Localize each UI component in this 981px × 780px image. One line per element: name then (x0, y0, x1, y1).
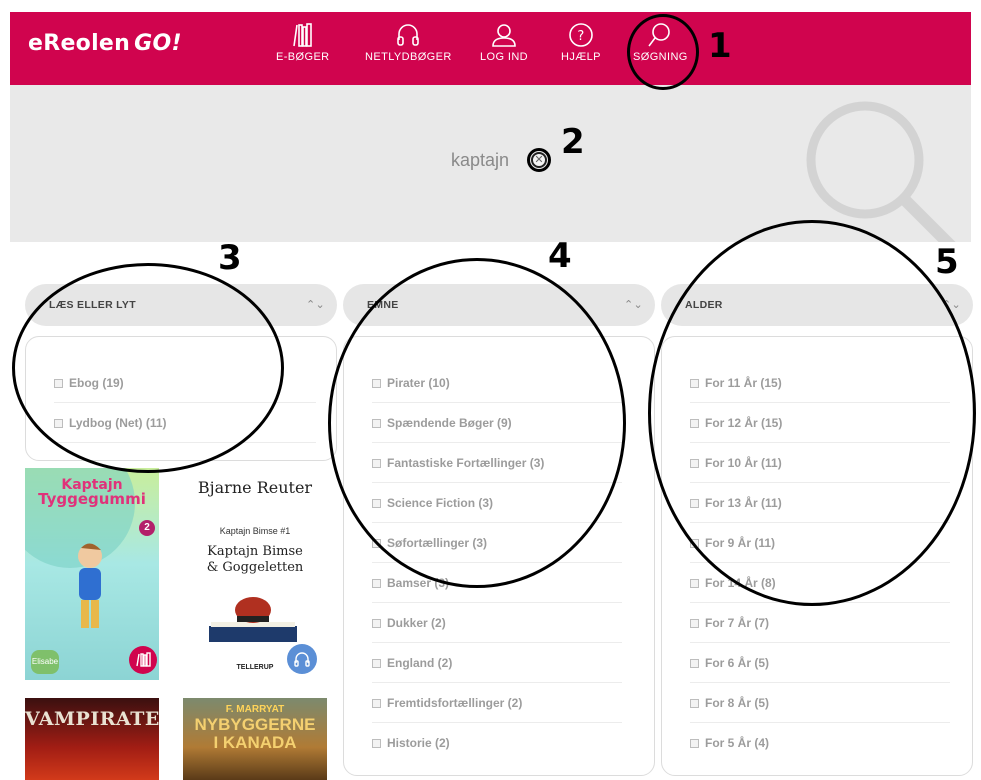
top-nav-bar: eReolen GO! E-BØGER NETLYDBØGER LOG IND ? (10, 12, 971, 85)
audiobook-badge (287, 644, 317, 674)
nav-help-label: HJÆLP (561, 51, 601, 63)
cover-title: Kaptajn Bimse & Goggeletten (183, 544, 327, 576)
nav-audiobooks-label: NETLYDBØGER (365, 51, 452, 63)
help-icon: ? (569, 23, 593, 47)
annotation-number-2: 2 (561, 122, 585, 162)
publisher-badge: Elisabe (31, 650, 59, 674)
option-label: Fremtidsfortællinger (2) (387, 696, 523, 710)
annotation-number-5: 5 (935, 242, 959, 282)
cover-series: Kaptajn Bimse #1 (219, 526, 291, 536)
annotation-circle-1 (627, 14, 699, 90)
nav-audiobooks[interactable]: NETLYDBØGER (365, 22, 452, 63)
books-icon (136, 652, 151, 667)
series-number-badge: 2 (139, 520, 155, 536)
annotation-circle-5 (648, 220, 976, 606)
cover-illustration (78, 543, 102, 628)
cover-title-line: & Goggeletten (206, 560, 304, 575)
option-label: England (2) (387, 656, 453, 670)
ebook-badge (129, 646, 157, 674)
checkbox[interactable] (372, 619, 381, 628)
book-cover-nybyggerne-i-kanada[interactable]: F. MARRYAT NYBYGGERNE I KANADA (183, 698, 327, 780)
option-label: For 6 År (5) (705, 656, 770, 670)
option-label: For 5 År (4) (705, 736, 770, 750)
checkbox[interactable] (372, 579, 381, 588)
checkbox[interactable] (690, 619, 699, 628)
annotation-circle-3 (12, 263, 284, 473)
checkbox[interactable] (372, 739, 381, 748)
logo-text: eReolen (28, 31, 131, 56)
filter-option[interactable]: For 6 År (5) (690, 643, 950, 683)
cover-illustration (209, 597, 297, 642)
checkbox[interactable] (690, 659, 699, 668)
cover-title-line: Kaptajn Bimse (207, 544, 303, 559)
cover-title-line: NYBYGGERNE (194, 715, 316, 734)
checkbox[interactable] (690, 739, 699, 748)
annotation-circle-4 (328, 258, 626, 588)
book-cover-kaptajn-tyggegummi[interactable]: Kaptajn Tyggegummi 2 Elisabe (25, 468, 159, 680)
sort-chevron-icon: ⌃⌄ (623, 299, 643, 311)
books-icon (292, 23, 312, 47)
filter-option[interactable]: Fremtidsfortællinger (2) (372, 683, 622, 723)
cover-title: VAMPIRATER (25, 708, 159, 730)
filter-option[interactable]: Historie (2) (372, 723, 622, 763)
nav-ebooks-label: E-BØGER (276, 51, 330, 63)
logo-go-text: GO! (134, 31, 182, 56)
option-label: For 8 År (5) (705, 696, 770, 710)
option-label: Dukker (2) (387, 616, 446, 630)
filter-option[interactable]: For 7 År (7) (690, 603, 950, 643)
option-label: For 7 År (7) (705, 616, 770, 630)
book-cover-vampirater[interactable]: VAMPIRATER (25, 698, 159, 780)
user-icon (492, 24, 516, 47)
annotation-number-3: 3 (218, 238, 242, 278)
headphones-icon (294, 652, 310, 667)
filter-option[interactable]: Dukker (2) (372, 603, 622, 643)
annotation-number-1: 1 (708, 26, 732, 66)
headphones-icon (397, 24, 420, 46)
nav-login-label: LOG IND (480, 51, 529, 63)
book-cover-kaptajn-bimse[interactable]: Bjarne Reuter Kaptajn Bimse #1 Kaptajn B… (183, 468, 327, 680)
cover-author: F. MARRYAT (225, 704, 285, 715)
svg-text:?: ? (577, 29, 584, 44)
checkbox[interactable] (372, 699, 381, 708)
option-label: Historie (2) (387, 736, 450, 750)
nav-help[interactable]: ? HJÆLP (561, 22, 601, 63)
cover-title-line: Tyggegummi (38, 490, 146, 508)
annotation-number-4: 4 (548, 236, 572, 276)
search-query[interactable]: kaptajn (451, 150, 509, 171)
filter-option[interactable]: For 8 År (5) (690, 683, 950, 723)
sort-chevron-icon: ⌃⌄ (305, 299, 325, 311)
nav-login[interactable]: LOG IND (480, 22, 528, 63)
filter-option[interactable]: For 5 År (4) (690, 723, 950, 763)
cover-title: NYBYGGERNE I KANADA (183, 716, 327, 752)
checkbox[interactable] (690, 699, 699, 708)
filter-option[interactable]: England (2) (372, 643, 622, 683)
cover-title: Kaptajn Tyggegummi (25, 478, 159, 508)
ereolen-go-logo[interactable]: eReolen GO! (28, 31, 182, 56)
checkbox[interactable] (372, 659, 381, 668)
cover-title-line: I KANADA (213, 733, 297, 752)
cover-author: Bjarne Reuter (197, 478, 313, 497)
nav-ebooks[interactable]: E-BØGER (276, 22, 330, 63)
checkbox[interactable] (690, 579, 699, 588)
annotation-circle-2 (527, 148, 551, 172)
